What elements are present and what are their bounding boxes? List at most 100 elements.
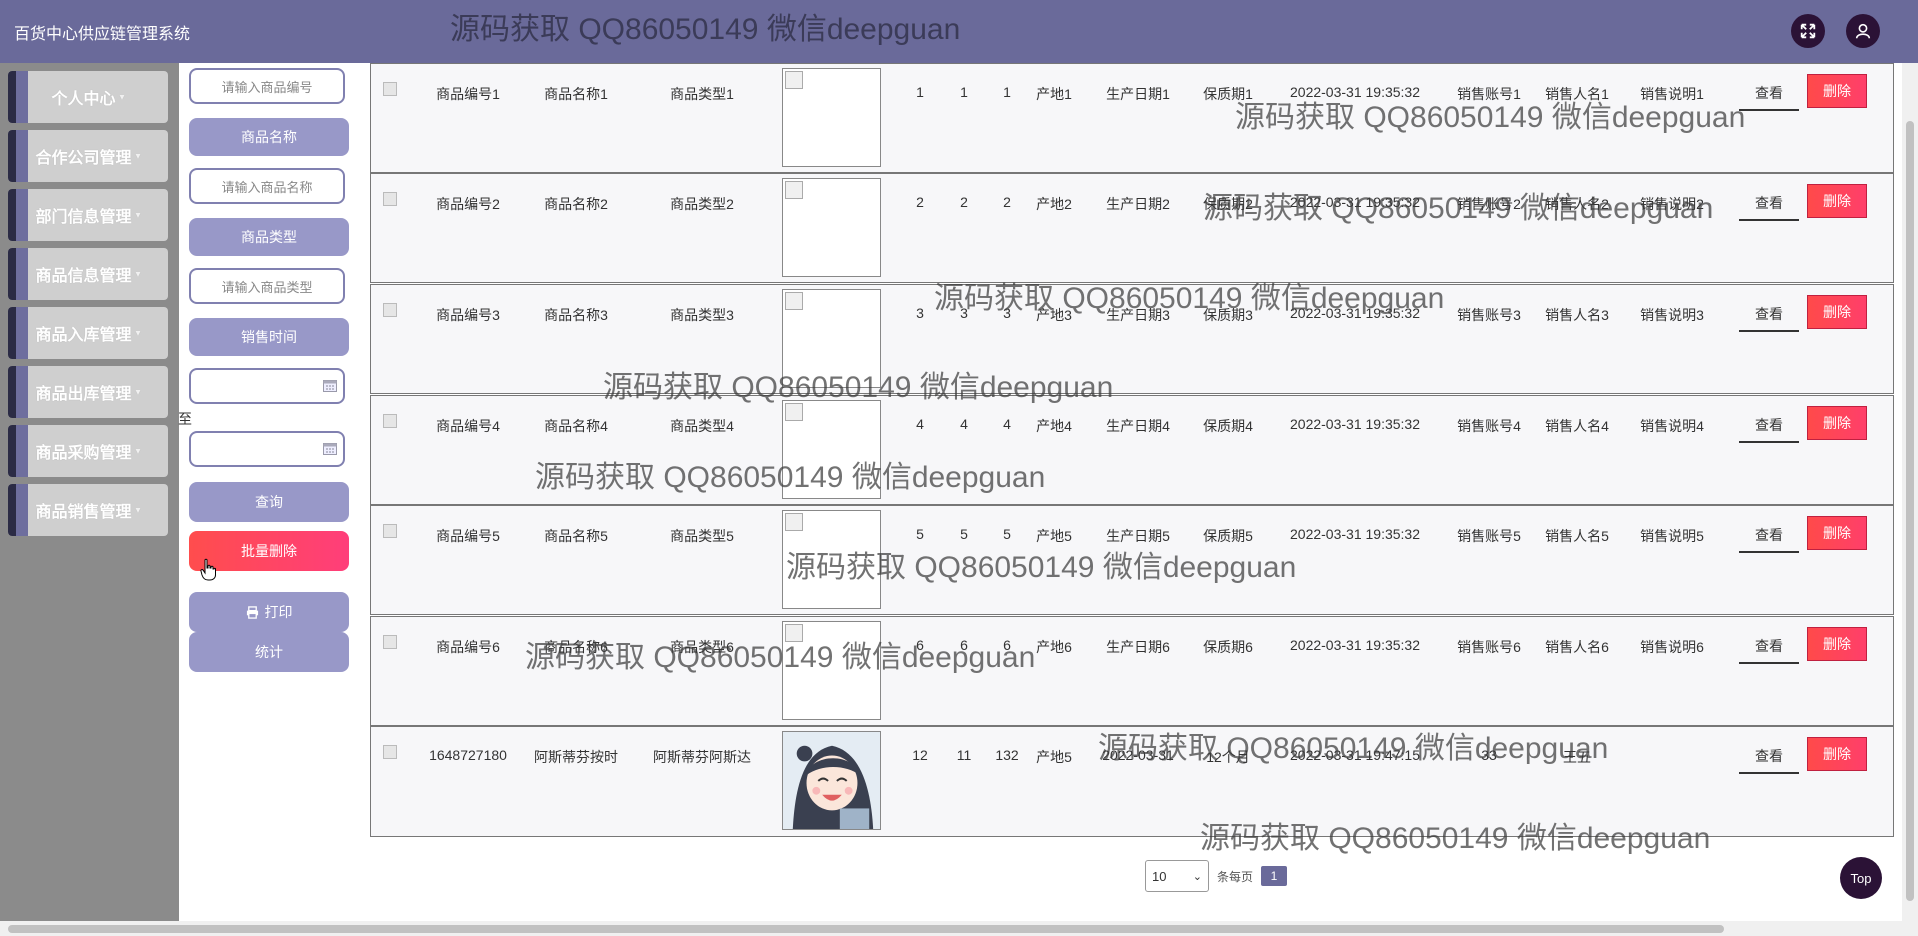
anime-avatar-image <box>783 732 880 829</box>
delete-button[interactable]: 删除 <box>1807 184 1867 218</box>
goods-name-input[interactable]: 请输入商品名称 <box>189 168 345 204</box>
cell-type: 商品类型2 <box>670 196 734 212</box>
cell-name: 商品名称6 <box>544 639 608 655</box>
image-placeholder-icon <box>785 181 803 199</box>
table-row: 商品编号6 商品名称6 商品类型6 6 6 6 产地6 生产日期6 保质期6 2022-03-31… <box>370 616 1894 726</box>
scrollbar-thumb[interactable] <box>8 925 1724 933</box>
cell-origin: 产地4 <box>1036 418 1072 434</box>
sales-time-label: 销售时间 <box>189 318 349 356</box>
cell-code: 商品编号4 <box>436 418 500 434</box>
goods-type-input[interactable]: 请输入商品类型 <box>189 268 345 304</box>
page-size-select[interactable]: 10 ⌄ <box>1145 860 1209 892</box>
view-button[interactable]: 查看 <box>1739 519 1799 553</box>
cell-seller: 销售人名2 <box>1545 196 1609 212</box>
chevron-down-icon: ▾ <box>135 327 141 339</box>
pagination: 10 ⌄ 条每页 1 <box>1145 860 1288 892</box>
back-to-top-button[interactable]: Top <box>1840 857 1882 899</box>
chevron-down-icon: ▾ <box>135 268 141 280</box>
cell-name: 商品名称3 <box>544 307 608 323</box>
cell-time: 2022-03-31 19:47:15 <box>1290 747 1420 763</box>
view-button[interactable]: 查看 <box>1739 409 1799 443</box>
chevron-down-icon: ▾ <box>135 150 141 162</box>
cell-n3: 5 <box>1003 526 1011 542</box>
calendar-icon <box>323 380 337 392</box>
view-button[interactable]: 查看 <box>1739 630 1799 664</box>
cell-n1: 3 <box>916 305 924 321</box>
sidebar-item-personal-center[interactable]: 个人中心 ▾ <box>8 71 168 123</box>
delete-button[interactable]: 删除 <box>1807 406 1867 440</box>
cell-note: 销售说明5 <box>1640 528 1704 544</box>
delete-button[interactable]: 删除 <box>1807 74 1867 108</box>
delete-button[interactable]: 删除 <box>1807 295 1867 329</box>
row-checkbox[interactable] <box>383 635 397 649</box>
cell-shelf: 保质期4 <box>1203 418 1253 434</box>
end-date-input[interactable] <box>189 431 345 467</box>
row-checkbox[interactable] <box>383 192 397 206</box>
sidebar-item-partner-company[interactable]: 合作公司管理 ▾ <box>8 130 168 182</box>
row-checkbox[interactable] <box>383 745 397 759</box>
sidebar-item-label: 合作公司管理 <box>35 150 132 167</box>
row-checkbox[interactable] <box>383 414 397 428</box>
delete-button[interactable]: 删除 <box>1807 627 1867 661</box>
sidebar-item-label: 商品入库管理 <box>35 327 132 344</box>
sidebar-item-goods-info[interactable]: 商品信息管理 ▾ <box>8 248 168 300</box>
cell-shelf: 保质期6 <box>1203 639 1253 655</box>
goods-code-input[interactable]: 请输入商品编号 <box>189 68 345 104</box>
view-button[interactable]: 查看 <box>1739 298 1799 332</box>
cell-origin: 产地1 <box>1036 86 1072 102</box>
sidebar: 个人中心 ▾ 合作公司管理 ▾ 部门信息管理 ▾ 商品信息管理 ▾ 商品入库管理 ▾ 商品… <box>0 63 179 921</box>
cell-code: 1648727180 <box>429 747 507 763</box>
search-panel: 请输入商品编号 商品名称 请输入商品名称 商品类型 请输入商品类型 销售时间 至… <box>178 63 369 921</box>
cell-code: 商品编号3 <box>436 307 500 323</box>
sidebar-item-department[interactable]: 部门信息管理 ▾ <box>8 189 168 241</box>
view-button[interactable]: 查看 <box>1739 187 1799 221</box>
cell-name: 商品名称5 <box>544 528 608 544</box>
broken-image-icon <box>782 510 881 609</box>
cell-n2: 3 <box>960 305 968 321</box>
cell-type: 阿斯蒂芬阿斯达 <box>653 749 751 765</box>
delete-button[interactable]: 删除 <box>1807 516 1867 550</box>
vertical-scrollbar[interactable] <box>1902 63 1918 921</box>
cell-prod-date: 生产日期4 <box>1106 418 1170 434</box>
cell-prod-date: 生产日期1 <box>1106 86 1170 102</box>
table-row: 商品编号2 商品名称2 商品类型2 2 2 2 产地2 生产日期2 保质期2 2022-03-31… <box>370 173 1894 283</box>
statistics-button[interactable]: 统计 <box>189 632 349 672</box>
sidebar-item-goods-purchase[interactable]: 商品采购管理 ▾ <box>8 425 168 477</box>
view-button[interactable]: 查看 <box>1739 77 1799 111</box>
row-checkbox[interactable] <box>383 303 397 317</box>
cell-type: 商品类型1 <box>670 86 734 102</box>
sidebar-item-goods-out[interactable]: 商品出库管理 ▾ <box>8 366 168 418</box>
expand-icon[interactable] <box>1791 14 1825 48</box>
row-checkbox[interactable] <box>383 82 397 96</box>
cell-origin: 产地2 <box>1036 196 1072 212</box>
cell-n1: 2 <box>916 194 924 210</box>
chevron-down-icon: ▾ <box>135 386 141 398</box>
cell-account: 33 <box>1481 747 1497 763</box>
app-title: 百货中心供应链管理系统 <box>14 26 191 43</box>
horizontal-scrollbar[interactable] <box>0 921 1918 936</box>
start-date-input[interactable] <box>189 368 345 404</box>
delete-button[interactable]: 删除 <box>1807 737 1867 771</box>
cell-time: 2022-03-31 19:35:32 <box>1290 416 1420 432</box>
row-checkbox[interactable] <box>383 524 397 538</box>
view-button[interactable]: 查看 <box>1739 740 1799 774</box>
query-button[interactable]: 查询 <box>189 482 349 522</box>
image-placeholder-icon <box>785 624 803 642</box>
goods-name-label: 商品名称 <box>189 118 349 156</box>
cell-type: 商品类型6 <box>670 639 734 655</box>
sidebar-item-goods-in[interactable]: 商品入库管理 ▾ <box>8 307 168 359</box>
date-range-separator: 至 <box>178 411 192 427</box>
chevron-down-icon: ▾ <box>135 209 141 221</box>
cell-origin: 产地5 <box>1036 749 1072 765</box>
sidebar-item-label: 商品销售管理 <box>35 504 132 521</box>
cell-n2: 4 <box>960 416 968 432</box>
hand-cursor-icon <box>200 558 216 581</box>
print-button[interactable]: 打印 <box>189 592 349 632</box>
scrollbar-thumb[interactable] <box>1906 121 1914 901</box>
sidebar-item-goods-sales[interactable]: 商品销售管理 ▾ <box>8 484 168 536</box>
user-icon[interactable] <box>1846 14 1880 48</box>
cell-note: 销售说明6 <box>1640 639 1704 655</box>
page-number-button[interactable]: 1 <box>1261 866 1288 886</box>
cell-origin: 产地3 <box>1036 307 1072 323</box>
cell-prod-date: 生产日期5 <box>1106 528 1170 544</box>
